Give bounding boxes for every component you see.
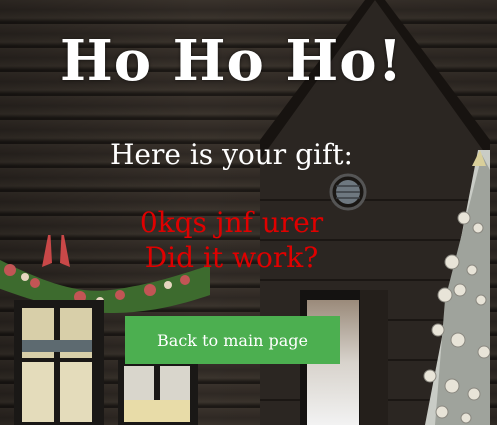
page-title: Ho Ho Ho!	[59, 28, 404, 94]
window-right-image	[118, 360, 198, 425]
window-left-image	[14, 300, 104, 425]
gift-question-text: Did it work?	[144, 241, 319, 274]
gift-message: 0kqs jnf urer Did it work?	[0, 205, 463, 275]
gift-intro-text: Here is your gift:	[110, 138, 353, 171]
back-to-main-button[interactable]: Back to main page	[125, 316, 340, 364]
gift-code-text: 0kqs jnf urer	[139, 206, 324, 239]
